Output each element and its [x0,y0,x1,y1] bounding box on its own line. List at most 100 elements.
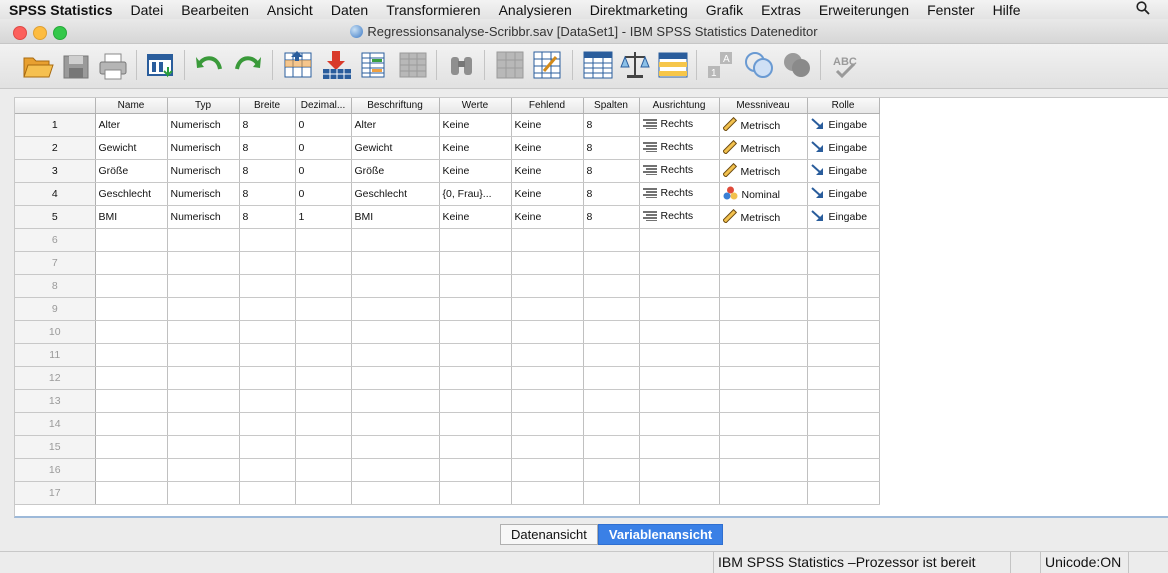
empty-cell[interactable] [439,481,512,505]
split-file-icon[interactable] [582,49,613,81]
undo-icon[interactable] [194,49,224,81]
cell-werte[interactable]: Keine [439,113,512,137]
cell-spalten[interactable]: 8 [583,205,640,229]
cell-rolle[interactable]: Eingabe [807,159,880,183]
empty-cell[interactable] [719,251,808,275]
weight-cases-icon[interactable] [619,49,650,81]
empty-cell[interactable] [807,389,880,413]
empty-cell[interactable] [439,251,512,275]
empty-cell[interactable] [439,458,512,482]
empty-cell[interactable] [511,228,584,252]
empty-cell[interactable] [583,366,640,390]
empty-cell[interactable] [807,320,880,344]
empty-cell[interactable] [583,320,640,344]
cell-name[interactable]: Alter [95,113,168,137]
empty-cell[interactable] [351,343,440,367]
empty-cell[interactable] [719,320,808,344]
empty-cell[interactable] [807,412,880,436]
tab-datenansicht[interactable]: Datenansicht [500,524,598,545]
cell-name[interactable]: BMI [95,205,168,229]
use-variable-sets-icon[interactable] [744,49,774,81]
empty-cell[interactable] [511,297,584,321]
menu-datei[interactable]: Datei [131,2,164,18]
empty-cell[interactable] [95,274,168,298]
cell-beschriftung[interactable]: Alter [351,113,440,137]
cell-spalten[interactable]: 8 [583,159,640,183]
cell-name[interactable]: Gewicht [95,136,168,160]
row-number[interactable]: 12 [15,366,96,390]
empty-cell[interactable] [95,366,168,390]
menu-extras[interactable]: Extras [761,2,801,18]
row-number[interactable]: 5 [15,205,96,229]
print-icon[interactable] [98,49,128,81]
empty-cell[interactable] [239,274,296,298]
cell-spalten[interactable]: 8 [583,113,640,137]
cell-breite[interactable]: 8 [239,136,296,160]
empty-cell[interactable] [639,297,720,321]
empty-cell[interactable] [511,366,584,390]
empty-cell[interactable] [95,343,168,367]
spell-check-icon[interactable]: ABC [831,49,861,81]
empty-cell[interactable] [719,366,808,390]
empty-cell[interactable] [351,389,440,413]
go-to-case-icon[interactable] [283,49,313,81]
cell-typ[interactable]: Numerisch [167,113,240,137]
menu-daten[interactable]: Daten [331,2,368,18]
empty-cell[interactable] [295,366,352,390]
cell-dezimal[interactable]: 0 [295,182,352,206]
dialog-recall-icon[interactable] [146,49,176,81]
empty-cell[interactable] [807,274,880,298]
row-number[interactable]: 13 [15,389,96,413]
empty-cell[interactable] [807,481,880,505]
empty-cell[interactable] [439,389,512,413]
empty-cell[interactable] [295,343,352,367]
tab-variablenansicht[interactable]: Variablenansicht [597,524,724,545]
empty-cell[interactable] [583,389,640,413]
empty-cell[interactable] [295,274,352,298]
empty-cell[interactable] [719,389,808,413]
empty-cell[interactable] [719,343,808,367]
empty-cell[interactable] [239,435,296,459]
show-all-variables-icon[interactable] [782,49,812,81]
empty-cell[interactable] [719,458,808,482]
empty-cell[interactable] [239,228,296,252]
empty-cell[interactable] [95,228,168,252]
empty-cell[interactable] [95,481,168,505]
row-number[interactable]: 1 [15,113,96,137]
empty-cell[interactable] [807,435,880,459]
empty-cell[interactable] [167,389,240,413]
empty-cell[interactable] [639,251,720,275]
column-header-werte[interactable]: Werte [439,98,512,114]
cell-fehlend[interactable]: Keine [511,159,584,183]
empty-cell[interactable] [807,366,880,390]
empty-cell[interactable] [583,412,640,436]
cell-dezimal[interactable]: 0 [295,136,352,160]
empty-cell[interactable] [583,297,640,321]
cell-rolle[interactable]: Eingabe [807,113,880,137]
row-number[interactable]: 6 [15,228,96,252]
empty-cell[interactable] [239,458,296,482]
empty-cell[interactable] [239,320,296,344]
cell-dezimal[interactable]: 0 [295,113,352,137]
empty-cell[interactable] [511,343,584,367]
column-header-spalten[interactable]: Spalten [583,98,640,114]
empty-cell[interactable] [239,343,296,367]
cell-messniveau[interactable]: Nominal [719,182,808,206]
cell-beschriftung[interactable]: BMI [351,205,440,229]
empty-cell[interactable] [583,228,640,252]
empty-cell[interactable] [719,297,808,321]
empty-cell[interactable] [167,458,240,482]
cell-rolle[interactable]: Eingabe [807,205,880,229]
empty-cell[interactable] [95,458,168,482]
empty-cell[interactable] [639,458,720,482]
cell-beschriftung[interactable]: Gewicht [351,136,440,160]
row-number[interactable]: 7 [15,251,96,275]
empty-cell[interactable] [511,435,584,459]
empty-cell[interactable] [583,481,640,505]
empty-cell[interactable] [167,435,240,459]
column-header-fehlend[interactable]: Fehlend [511,98,584,114]
empty-cell[interactable] [167,228,240,252]
cell-ausrichtung[interactable]: Rechts [639,113,720,137]
row-number[interactable]: 14 [15,412,96,436]
empty-cell[interactable] [639,389,720,413]
